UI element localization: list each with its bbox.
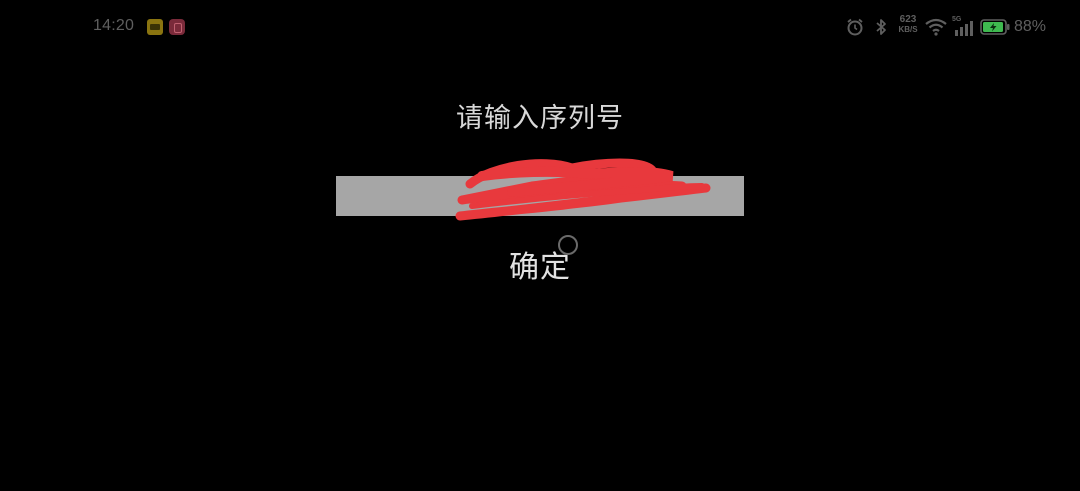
cellular-signal-icon: 5G bbox=[952, 16, 976, 37]
battery-charging-icon bbox=[980, 19, 1010, 35]
status-bar: 14:20 623 KB/S 5G 88% bbox=[0, 0, 1080, 54]
app-notification-icon bbox=[169, 19, 185, 35]
status-icons: 623 KB/S 5G 88% bbox=[846, 15, 1046, 38]
network-speed-icon: 623 KB/S bbox=[896, 15, 920, 37]
screen: 14:20 623 KB/S 5G 88% 请输入序列号 确定 bbox=[0, 0, 1080, 491]
wifi-icon bbox=[925, 18, 947, 36]
touch-indicator bbox=[558, 235, 578, 255]
network-speed-unit: KB/S bbox=[898, 25, 918, 34]
alarm-icon bbox=[847, 18, 863, 36]
app-notification-icon bbox=[147, 19, 163, 35]
serial-number-input[interactable] bbox=[336, 176, 744, 216]
network-speed-value: 623 bbox=[899, 14, 917, 25]
status-time: 14:20 bbox=[93, 17, 135, 34]
serial-prompt-title: 请输入序列号 bbox=[456, 103, 624, 134]
battery-percent: 88% bbox=[1014, 18, 1047, 35]
bluetooth-icon bbox=[876, 19, 886, 35]
